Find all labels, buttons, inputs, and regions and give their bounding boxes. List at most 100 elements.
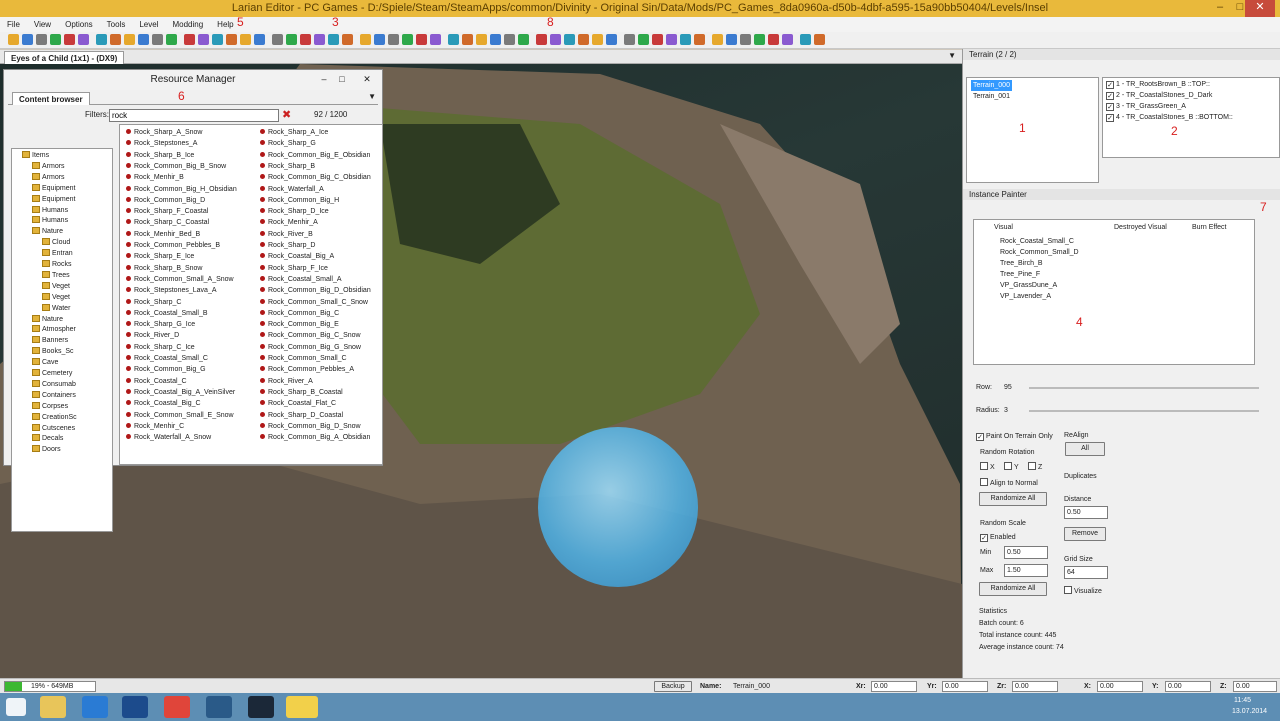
tree-item[interactable]: CreationSc [32,412,77,423]
tree-item[interactable]: Humans [32,205,68,216]
radius-slider[interactable] [1029,410,1259,412]
resource-item[interactable]: Rock_Waterfall_A [260,184,324,195]
toolbar-tool-icon[interactable] [740,34,751,45]
tab-content-browser[interactable]: Content browser [12,92,90,105]
toolbar-tool-icon[interactable] [342,34,353,45]
resource-item[interactable]: Rock_Sharp_A_Snow [126,127,203,138]
resource-item[interactable]: Rock_Coastal_Flat_C [260,398,336,409]
tree-item[interactable]: Banners [32,336,68,346]
resource-item[interactable]: Rock_Coastal_C [126,376,187,387]
chevron-down-icon[interactable]: ▼ [368,92,376,101]
resource-item[interactable]: Rock_Common_Big_D [126,195,205,206]
toolbar-tool-icon[interactable] [240,34,251,45]
randomize-scale-button[interactable]: Randomize All [979,582,1047,596]
toolbar-tool-icon[interactable] [402,34,413,45]
toolbar-tool-icon[interactable] [462,34,473,45]
instance-row[interactable]: Tree_Pine_F [1000,269,1040,280]
rot-y[interactable]: Y [1004,462,1019,473]
tree-item[interactable]: Armors [32,172,65,183]
rot-z[interactable]: Z [1028,462,1042,473]
row-slider[interactable] [1029,387,1259,389]
resource-item[interactable]: Rock_River_B [260,229,313,240]
enabled-checkbox[interactable]: ✓ Enabled [980,533,1016,543]
resource-item[interactable]: Rock_Common_Big_E_Obsidian [260,150,370,161]
toolbar-tool-icon[interactable] [388,34,399,45]
toolbar-tool-icon[interactable] [536,34,547,45]
resource-item[interactable]: Rock_Sharp_G [260,138,316,149]
resource-item[interactable]: Rock_Coastal_Big_C [126,398,201,409]
toolbar-tool-icon[interactable] [8,34,19,45]
tree-item[interactable]: Entran [42,249,73,259]
toolbar-tool-icon[interactable] [78,34,89,45]
tree-item[interactable]: Equipment [32,183,75,194]
resource-item[interactable]: Rock_Sharp_E_Ice [126,251,194,262]
yr-input[interactable]: 0.00 [942,681,988,692]
tree-item[interactable]: Armors [32,161,65,172]
menu-tools[interactable]: Tools [100,17,133,32]
layer-checkbox[interactable]: ✓ [1106,81,1114,89]
tree-item[interactable]: Trees [42,270,70,281]
layer-row[interactable]: ✓ 3 - TR_GrassGreen_A [1106,101,1186,112]
layer-row[interactable]: ✓ 4 - TR_CoastalStones_B ::BOTTOM:: [1106,112,1233,123]
toolbar-tool-icon[interactable] [680,34,691,45]
x-input[interactable]: 0.00 [1097,681,1143,692]
menu-file[interactable]: File [0,17,27,32]
max-input[interactable]: 1.50 [1004,564,1048,577]
menu-options[interactable]: Options [58,17,100,32]
resource-item[interactable]: Rock_Sharp_G_Ice [126,319,195,330]
filter-input[interactable] [109,109,279,122]
toolbar-tool-icon[interactable] [138,34,149,45]
resource-item[interactable]: Rock_Sharp_D_Coastal [260,410,343,421]
layer-row[interactable]: ✓ 1 - TR_RootsBrown_B ::TOP:: [1106,79,1210,90]
distance-input[interactable]: 0.50 [1064,506,1108,519]
tree-item[interactable]: Cloud [42,238,70,248]
terrain-item[interactable]: Terrain_001 [971,91,1012,102]
chevron-down-icon[interactable]: ▼ [948,51,956,60]
tree-item[interactable]: Consumab [32,379,76,390]
resource-item[interactable]: Rock_Menhir_A [260,217,318,228]
toolbar-tool-icon[interactable] [490,34,501,45]
toolbar-tool-icon[interactable] [476,34,487,45]
resource-item[interactable]: Rock_Common_Big_G_Snow [260,342,361,353]
layer-checkbox[interactable]: ✓ [1106,92,1114,100]
resource-item[interactable]: Rock_River_A [260,376,313,387]
menu-level[interactable]: Level [132,17,165,32]
resource-item[interactable]: Rock_Sharp_C [126,297,181,308]
menu-modding[interactable]: Modding [165,17,210,32]
resource-item[interactable]: Rock_Sharp_C_Ice [126,342,195,353]
tree-item[interactable]: Items [22,151,49,161]
resource-item[interactable]: Rock_Sharp_F_Ice [260,263,328,274]
resource-item[interactable]: Rock_Sharp_B_Ice [126,150,194,161]
resource-list[interactable]: Rock_Sharp_A_Snow Rock_Stepstones_A Rock_S… [119,124,383,465]
resource-item[interactable]: Rock_Sharp_D [260,240,315,251]
resource-item[interactable]: Rock_River_D [126,330,179,341]
toolbar-tool-icon[interactable] [64,34,75,45]
layer-row[interactable]: ✓ 2 - TR_CoastalStones_D_Dark [1106,90,1212,101]
resource-item[interactable]: Rock_Common_Pebbles_B [126,240,220,251]
zr-input[interactable]: 0.00 [1012,681,1058,692]
clear-filter-icon[interactable]: ✖ [282,108,291,121]
instance-row[interactable]: VP_Lavender_A [1000,291,1051,302]
toolbar-tool-icon[interactable] [22,34,33,45]
toolbar-tool-icon[interactable] [694,34,705,45]
rm-close-button[interactable]: ✕ [359,73,375,86]
toolbar-tool-icon[interactable] [550,34,561,45]
resource-item[interactable]: Rock_Stepstones_A [126,138,197,149]
toolbar-tool-icon[interactable] [518,34,529,45]
resource-item[interactable]: Rock_Common_Big_D_Snow [260,421,361,432]
windows-start-icon[interactable] [6,698,26,716]
teamspeak-icon[interactable] [206,696,232,718]
resource-item[interactable]: Rock_Common_Big_H [260,195,339,206]
toolbar-tool-icon[interactable] [754,34,765,45]
align-normal[interactable]: Align to Normal [980,478,1038,489]
tree-item[interactable]: Decals [32,434,63,444]
resource-item[interactable]: Rock_Sharp_C_Coastal [126,217,209,228]
toolbar-tool-icon[interactable] [36,34,47,45]
toolbar-tool-icon[interactable] [50,34,61,45]
chrome-icon[interactable] [164,696,190,718]
explorer-icon[interactable] [40,696,66,718]
tree-item[interactable]: Cave [32,358,58,368]
tree-item[interactable]: Books_Sc [32,347,74,357]
toolbar-tool-icon[interactable] [360,34,371,45]
resource-item[interactable]: Rock_Sharp_D_Ice [260,206,329,217]
